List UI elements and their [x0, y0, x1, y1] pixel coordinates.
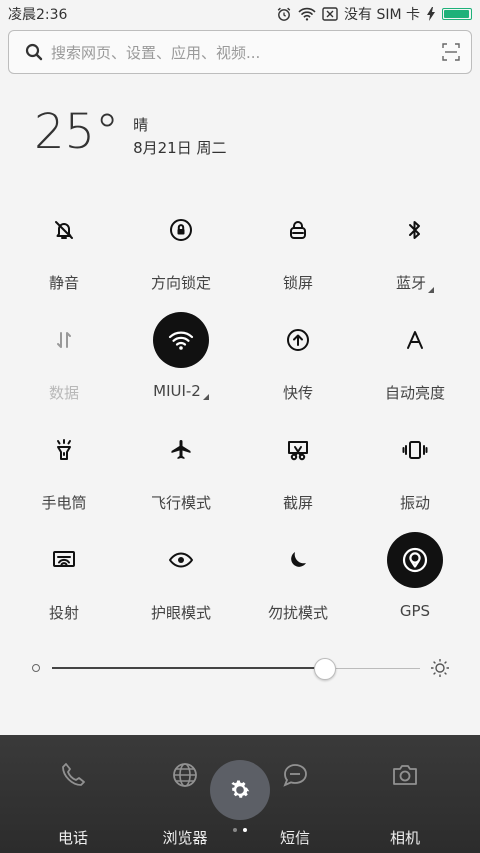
eye-icon [153, 532, 209, 588]
screenshot-icon [270, 422, 326, 478]
dock-app-label: 电话 [57, 829, 88, 847]
quick-tile-label: GPS [399, 602, 431, 620]
bluetooth-icon [387, 202, 443, 258]
status-time: 凌晨2:36 [8, 7, 68, 23]
quick-tile-label: 蓝牙 [395, 274, 426, 292]
quick-tile[interactable]: GPS [356, 532, 474, 642]
sim-x-icon [322, 7, 338, 21]
auto-brightness-icon [387, 312, 443, 368]
quick-tile[interactable]: 投射 [5, 532, 123, 642]
dock-app-label: 短信 [279, 829, 310, 847]
search-icon [17, 43, 51, 61]
quick-tile[interactable]: 蓝牙 [356, 202, 474, 312]
quick-tile-label: 勿扰模式 [267, 604, 328, 622]
quick-tile-label: MIUI-2 [153, 382, 201, 400]
page-dot [233, 828, 237, 832]
weather-condition: 晴 [133, 116, 149, 134]
quick-tile-label: 数据 [48, 384, 79, 402]
camera-icon [385, 755, 425, 795]
quick-tile-label: 静音 [48, 274, 79, 292]
globe-icon [165, 755, 205, 795]
carrier-text: 没有 SIM 卡 [344, 7, 420, 23]
quick-tile[interactable]: 快传 [239, 312, 357, 422]
scan-icon[interactable] [431, 43, 471, 61]
search-placeholder: 搜索网页、设置、应用、视频... [51, 43, 261, 62]
brightness-slider[interactable] [30, 654, 450, 684]
status-bar: 凌晨2:36 没有 SIM 卡 [0, 0, 480, 28]
quick-tile-label: 护眼模式 [150, 604, 211, 622]
quick-tile[interactable]: 自动亮度 [356, 312, 474, 422]
quick-tile-label: 锁屏 [282, 274, 313, 292]
quick-tile-label: 截屏 [282, 494, 313, 512]
message-icon [275, 755, 315, 795]
search-bar[interactable]: 搜索网页、设置、应用、视频... [8, 30, 472, 74]
alarm-icon [276, 6, 292, 22]
flashlight-icon [36, 422, 92, 478]
quick-tile[interactable]: 飞行模式 [122, 422, 240, 532]
moon-icon [270, 532, 326, 588]
quick-tile-label: 手电筒 [41, 494, 87, 512]
bell-mute-icon [36, 202, 92, 258]
page-indicator [233, 828, 247, 832]
brightness-high-icon [430, 658, 450, 682]
weather-date: 8月21日 周二 [133, 139, 227, 157]
quick-tile[interactable]: 锁屏 [239, 202, 357, 312]
dock-app-label: 浏览器 [162, 829, 208, 847]
brightness-low-icon [32, 664, 40, 672]
wifi-icon [298, 7, 316, 21]
data-arrows-icon [36, 312, 92, 368]
battery-icon [442, 8, 472, 20]
phone-icon [53, 755, 93, 795]
battery-fill [444, 10, 469, 18]
page-dot [243, 828, 247, 832]
quick-tile[interactable]: 勿扰模式 [239, 532, 357, 642]
vibrate-icon [387, 422, 443, 478]
dock-app[interactable]: 相机 [365, 755, 445, 848]
weather-temperature: 25° [34, 104, 120, 160]
dock-app[interactable]: 电话 [33, 755, 113, 848]
quick-tile[interactable]: 静音 [5, 202, 123, 312]
quick-tile-label: 自动亮度 [384, 384, 445, 402]
quick-tile-label: 振动 [399, 494, 430, 512]
quick-tile-label: 快传 [282, 384, 313, 402]
quick-tile-label: 方向锁定 [150, 274, 211, 292]
quick-tile-label: 飞行模式 [150, 494, 211, 512]
gear-icon[interactable] [210, 760, 270, 820]
expand-arrow-icon[interactable] [202, 394, 209, 400]
quick-tile[interactable]: MIUI-2 [122, 312, 240, 422]
weather-widget[interactable]: 25° 晴 8月21日 周二 [34, 104, 226, 160]
brightness-thumb[interactable] [314, 658, 337, 680]
quick-tile[interactable]: 方向锁定 [122, 202, 240, 312]
upload-circle-icon [270, 312, 326, 368]
gps-icon [387, 532, 443, 588]
quick-tile[interactable]: 数据 [5, 312, 123, 422]
rotation-lock-icon [153, 202, 209, 258]
expand-arrow-icon[interactable] [428, 287, 434, 293]
brightness-level [52, 667, 325, 669]
charging-icon [426, 7, 436, 21]
lock-icon [270, 202, 326, 258]
quick-tile[interactable]: 手电筒 [5, 422, 123, 532]
quick-tile[interactable]: 振动 [356, 422, 474, 532]
quick-tile[interactable]: 护眼模式 [122, 532, 240, 642]
cast-icon [36, 532, 92, 588]
airplane-icon [153, 422, 209, 478]
wifi-icon [153, 312, 209, 368]
dock-app-label: 相机 [389, 829, 420, 847]
quick-tile-label: 投射 [48, 604, 79, 622]
quick-tile[interactable]: 截屏 [239, 422, 357, 532]
